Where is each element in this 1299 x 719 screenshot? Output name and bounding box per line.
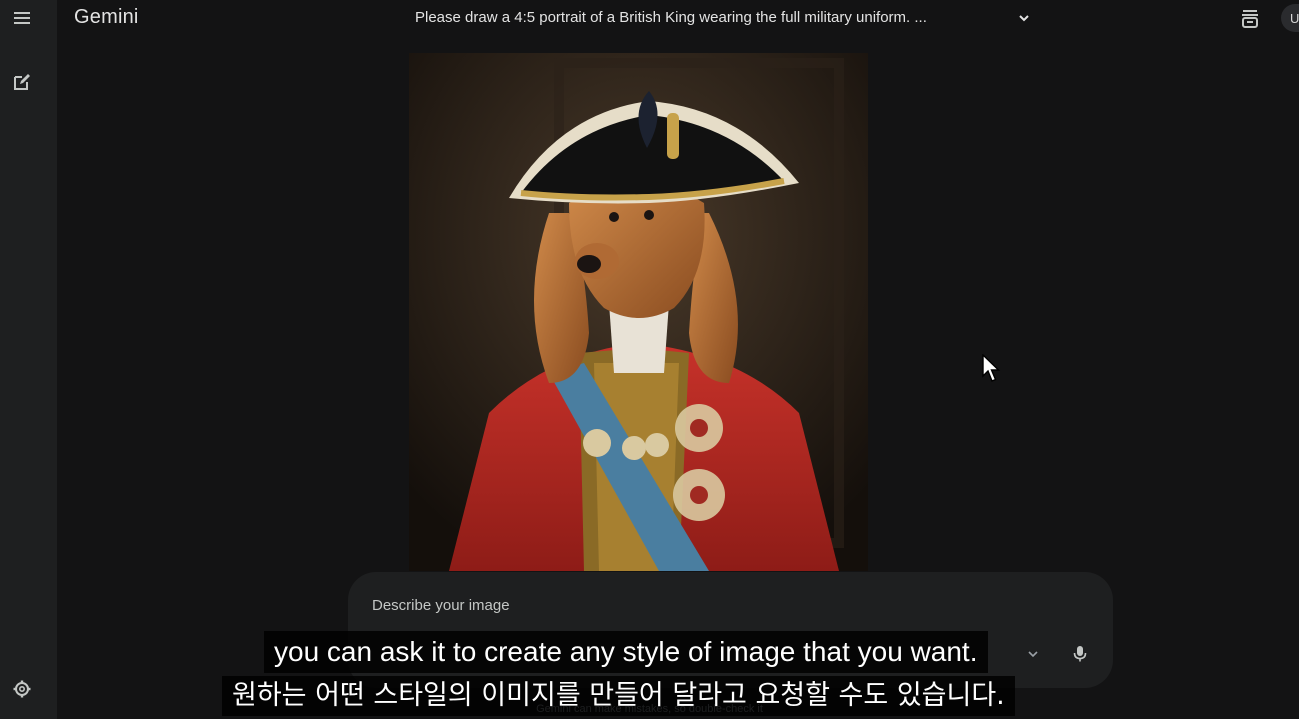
menu-button[interactable]: [9, 5, 35, 31]
conversation-title[interactable]: Please draw a 4:5 portrait of a British …: [415, 9, 927, 26]
generated-portrait-illustration: [409, 53, 868, 571]
settings-icon: [13, 680, 31, 698]
menu-icon: [14, 12, 30, 24]
account-avatar[interactable]: U: [1281, 4, 1299, 32]
microphone-icon[interactable]: [1070, 644, 1090, 664]
new-chat-button[interactable]: [9, 69, 35, 95]
chevron-down-icon[interactable]: [1026, 647, 1040, 661]
new-chat-icon: [14, 74, 30, 90]
gemini-app: Gemini Please draw a 4:5 portrait of a B…: [0, 0, 1299, 719]
share-icon[interactable]: [1238, 6, 1262, 30]
generated-image[interactable]: [409, 53, 868, 571]
app-brand[interactable]: Gemini: [74, 6, 139, 29]
subtitle-english: you can ask it to create any style of im…: [264, 631, 988, 673]
mouse-cursor-icon: [982, 354, 1001, 382]
settings-button[interactable]: [9, 676, 35, 702]
subtitle-korean: 원하는 어떤 스타일의 이미지를 만들어 달라고 요청할 수도 있습니다.: [222, 676, 1015, 716]
chevron-down-icon[interactable]: [1016, 10, 1032, 26]
prompt-input[interactable]: [372, 594, 972, 616]
side-rail: [0, 0, 57, 719]
